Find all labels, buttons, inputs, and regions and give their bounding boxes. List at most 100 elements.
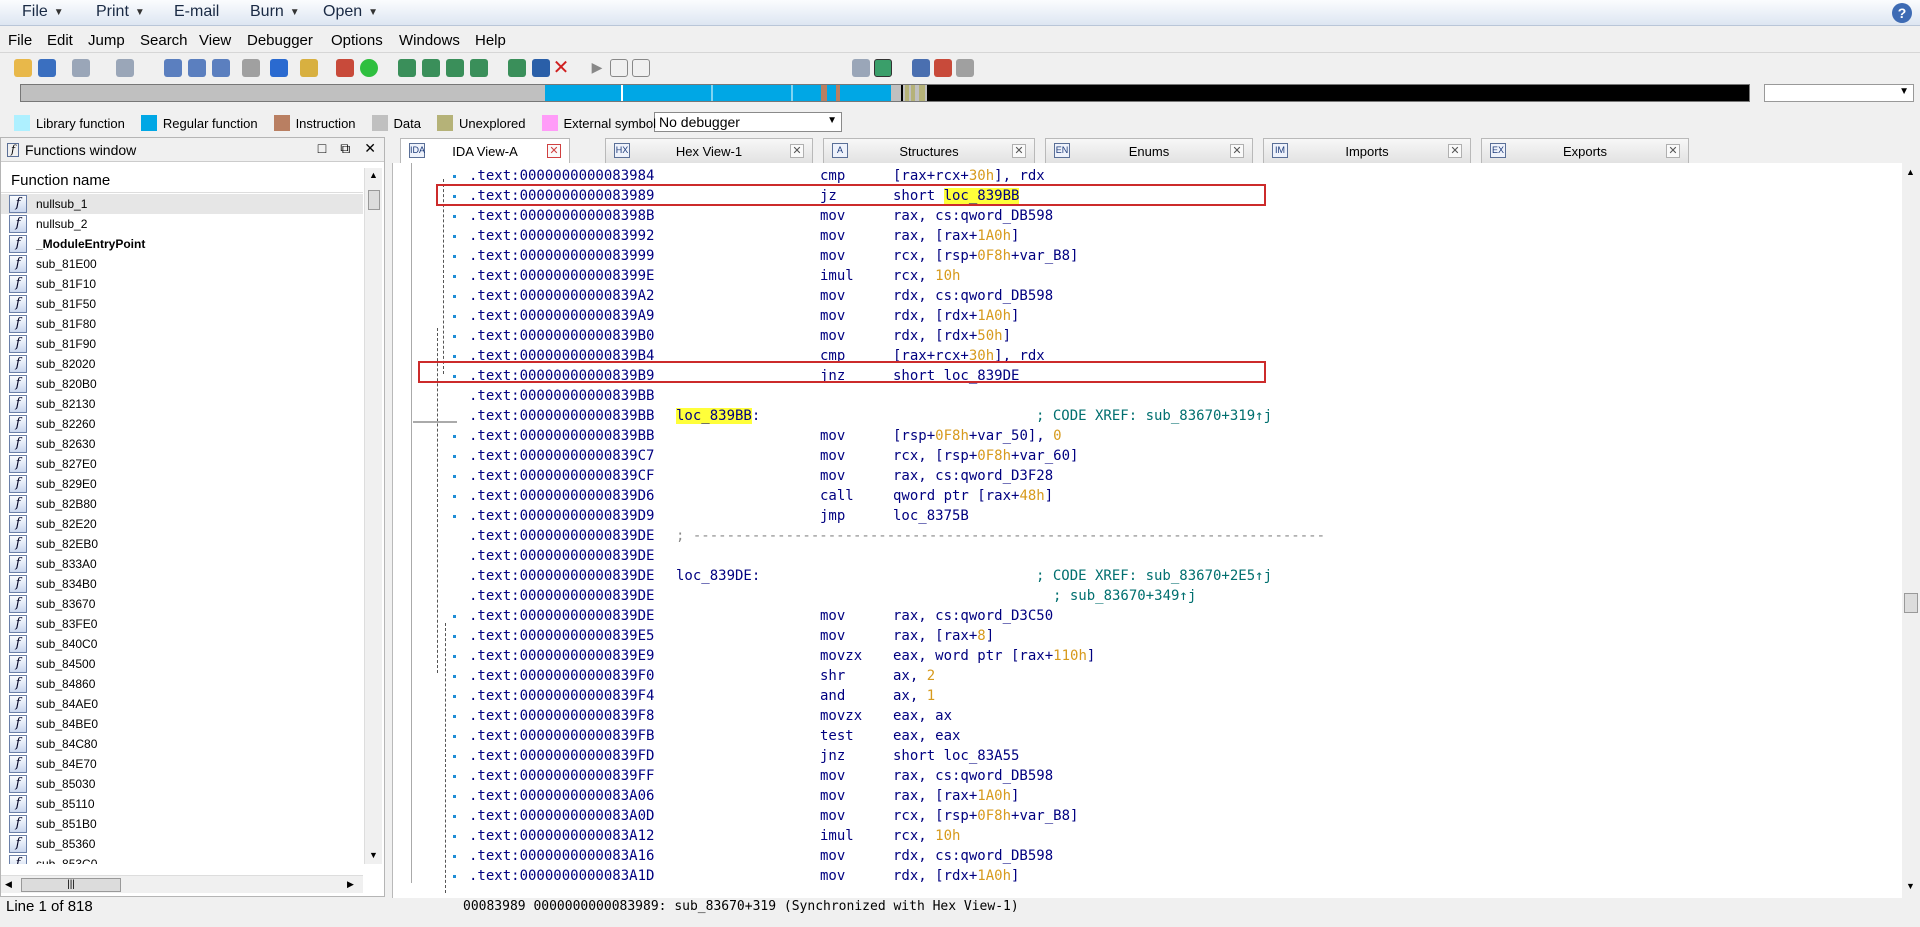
back-icon[interactable] xyxy=(72,59,90,77)
disassembly-line[interactable]: .text:00000000000839B0 mov rdx, [rdx+50h] xyxy=(393,326,1902,346)
close-icon[interactable]: ✕ xyxy=(547,144,561,158)
function-list-item[interactable]: f sub_82B80 xyxy=(1,494,363,514)
disassembly-line[interactable]: .text:00000000000839BB loc_839BB: ; CODE X… xyxy=(393,406,1902,426)
function-list-item[interactable]: f sub_827E0 xyxy=(1,454,363,474)
menu-help[interactable]: Help xyxy=(475,32,506,49)
tab-ida-view-a[interactable]: IDA IDA View-A ✕ xyxy=(400,138,570,164)
disassembly-vscroll[interactable]: ▲ ▼ xyxy=(1902,163,1920,898)
scroll-left-icon[interactable]: ◀ xyxy=(5,879,12,890)
function-list-item[interactable]: f sub_834B0 xyxy=(1,574,363,594)
ida-view-a-disassembly[interactable]: .text:0000000000083984 cmp [rax+rcx+30h], … xyxy=(392,163,1902,898)
tab-exports[interactable]: EX Exports ✕ xyxy=(1481,138,1689,163)
function-list-item[interactable]: f sub_829E0 xyxy=(1,474,363,494)
function-list-item[interactable]: f sub_820B0 xyxy=(1,374,363,394)
close-icon[interactable]: ✕ xyxy=(1448,144,1462,158)
disassembly-line[interactable]: .text:0000000000083A1D mov rdx, [rdx+1A0h] xyxy=(393,866,1902,886)
disassembly-line[interactable]: .text:00000000000839A2 mov rdx, cs:qword_D… xyxy=(393,286,1902,306)
menu-edit[interactable]: Edit xyxy=(47,32,73,49)
function-list-item[interactable]: f sub_82260 xyxy=(1,414,363,434)
close-icon[interactable]: ✕ xyxy=(1012,144,1026,158)
chevron-down-icon[interactable]: ▼ xyxy=(368,7,378,18)
function-list-hscroll[interactable]: ◀ ||| ▶ xyxy=(1,875,363,893)
find-binary-icon[interactable] xyxy=(212,59,230,77)
disassembly-line[interactable]: .text:00000000000839F4 and ax, 1 xyxy=(393,686,1902,706)
mark-icon[interactable] xyxy=(300,59,318,77)
scroll-thumb[interactable]: ||| xyxy=(21,878,121,892)
disassembly-line[interactable]: .text:0000000000083999 mov rcx, [rsp+0F8h+… xyxy=(393,246,1902,266)
disassembly-line[interactable]: .text:00000000000839A9 mov rdx, [rdx+1A0h] xyxy=(393,306,1902,326)
tab-structures[interactable]: A Structures ✕ xyxy=(823,138,1035,163)
disassembly-line[interactable]: .text:00000000000839D9 jmp loc_8375B xyxy=(393,506,1902,526)
menu-search[interactable]: Search xyxy=(140,32,188,49)
disassembly-line[interactable]: .text:000000000008398B mov rax, cs:qword_D… xyxy=(393,206,1902,226)
help-icon[interactable]: ? xyxy=(1892,3,1912,23)
find-next-icon[interactable] xyxy=(242,59,260,77)
disassembly-line[interactable]: .text:00000000000839D6 call qword ptr [rax… xyxy=(393,486,1902,506)
disassembly-line[interactable]: .text:00000000000839F0 shr ax, 2 xyxy=(393,666,1902,686)
disassembly-line[interactable]: .text:00000000000839DE ; sub_83670+349↑j xyxy=(393,586,1902,606)
close-icon[interactable]: ✕ xyxy=(790,144,804,158)
function-list-item[interactable]: f sub_85030 xyxy=(1,774,363,794)
function-list-item[interactable]: f sub_85110 xyxy=(1,794,363,814)
close-icon[interactable]: ✕ xyxy=(364,140,376,157)
function-list-item[interactable]: f sub_833A0 xyxy=(1,554,363,574)
function-list-item[interactable]: f sub_83670 xyxy=(1,594,363,614)
forward-icon[interactable] xyxy=(116,59,134,77)
print-menu[interactable]: Print ▼ xyxy=(96,3,145,21)
disassembly-line[interactable]: .text:00000000000839FB test eax, eax xyxy=(393,726,1902,746)
disassembly-line[interactable]: .text:000000000008399E imul rcx, 10h xyxy=(393,266,1902,286)
function-list-item[interactable]: f sub_82020 xyxy=(1,354,363,374)
function-list-item[interactable]: f sub_83FE0 xyxy=(1,614,363,634)
tab-enums[interactable]: EN Enums ✕ xyxy=(1045,138,1253,163)
file-menu-top[interactable]: File ▼ xyxy=(22,3,64,21)
function-list-item[interactable]: f sub_853C0 xyxy=(1,854,363,864)
close-icon[interactable]: ✕ xyxy=(1666,144,1680,158)
disassembly-line[interactable]: .text:0000000000083A12 imul rcx, 10h xyxy=(393,826,1902,846)
function-list-item[interactable]: f _ModuleEntryPoint xyxy=(1,234,363,254)
disassembly-line[interactable]: .text:0000000000083A0D mov rcx, [rsp+0F8h+… xyxy=(393,806,1902,826)
play-icon[interactable]: ▶ xyxy=(588,59,606,77)
nav-combo[interactable]: ▼ xyxy=(1764,84,1914,102)
disassembly-line[interactable]: .text:00000000000839CF mov rax, cs:qword_D… xyxy=(393,466,1902,486)
function-list-item[interactable]: f sub_84860 xyxy=(1,674,363,694)
segment-icon[interactable] xyxy=(532,59,550,77)
chevron-down-icon[interactable]: ▼ xyxy=(135,7,145,18)
function-list-item[interactable]: f sub_81F50 xyxy=(1,294,363,314)
email-menu[interactable]: E-mail xyxy=(174,3,219,21)
remove-breakpoint-icon[interactable] xyxy=(956,59,974,77)
function-list-vscroll[interactable]: ▲ ▼ xyxy=(364,168,382,864)
find-text-icon[interactable] xyxy=(188,59,206,77)
scroll-thumb[interactable] xyxy=(368,190,380,210)
disassembly-line[interactable]: .text:00000000000839BB xyxy=(393,386,1902,406)
open-menu[interactable]: Open ▼ xyxy=(323,3,378,21)
navigation-band[interactable] xyxy=(20,84,1750,102)
function-list-item[interactable]: f sub_81F10 xyxy=(1,274,363,294)
open-file-icon[interactable] xyxy=(14,59,32,77)
disassembly-line[interactable]: .text:00000000000839DE mov rax, cs:qword_D… xyxy=(393,606,1902,626)
pause-icon[interactable] xyxy=(610,59,628,77)
menu-view[interactable]: View xyxy=(199,32,231,49)
scroll-right-icon[interactable]: ▶ xyxy=(347,879,354,890)
function-list-item[interactable]: f sub_82E20 xyxy=(1,514,363,534)
disassembly-line[interactable]: .text:00000000000839DE loc_839DE: ; CODE X… xyxy=(393,566,1902,586)
stop-icon[interactable] xyxy=(632,59,650,77)
disassembly-line[interactable]: .text:00000000000839FF mov rax, cs:qword_D… xyxy=(393,766,1902,786)
scroll-up-icon[interactable]: ▲ xyxy=(369,170,378,180)
tab-hex-view-1[interactable]: HX Hex View-1 ✕ xyxy=(605,138,813,163)
debug-attach-icon[interactable] xyxy=(852,59,870,77)
chevron-down-icon[interactable]: ▼ xyxy=(1899,86,1909,97)
chevron-down-icon[interactable]: ▼ xyxy=(827,115,837,126)
function-list-item[interactable]: f sub_82EB0 xyxy=(1,534,363,554)
disassembly-line[interactable]: .text:00000000000839E5 mov rax, [rax+8] xyxy=(393,626,1902,646)
add-enum-icon[interactable] xyxy=(470,59,488,77)
function-list-item[interactable]: f sub_84500 xyxy=(1,654,363,674)
graph-icon[interactable] xyxy=(336,59,354,77)
add-struct-icon[interactable] xyxy=(446,59,464,77)
function-list-item[interactable]: f sub_81E00 xyxy=(1,254,363,274)
disassembly-line[interactable]: .text:00000000000839F8 movzx eax, ax xyxy=(393,706,1902,726)
plugin-icon[interactable] xyxy=(508,59,526,77)
restore-icon[interactable]: □ xyxy=(318,140,326,157)
add-breakpoint-icon[interactable] xyxy=(934,59,952,77)
menu-debugger[interactable]: Debugger xyxy=(247,32,313,49)
menu-jump[interactable]: Jump xyxy=(88,32,125,49)
